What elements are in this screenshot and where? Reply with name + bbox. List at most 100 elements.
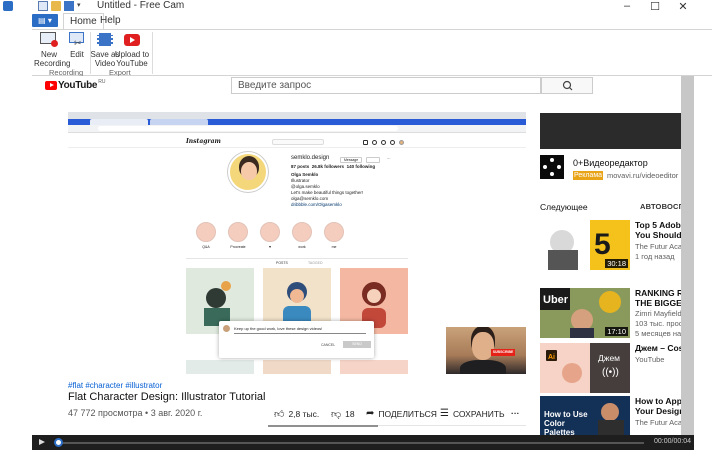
- view-count: 103 тыс. просм: [635, 319, 681, 328]
- like-button[interactable]: 👍︎ 2,8 тыс.: [274, 408, 319, 420]
- story-highlight: [228, 222, 248, 242]
- story-highlight: [260, 222, 280, 242]
- video-title[interactable]: Джем – Cosm: [635, 343, 681, 353]
- video-age: 5 месяцев наза: [635, 329, 681, 338]
- channel-name[interactable]: YouTube: [635, 355, 664, 365]
- highlight-label: ♥: [268, 245, 272, 249]
- save-icon[interactable]: [64, 1, 74, 11]
- channel-name[interactable]: The Futur Acad: [635, 418, 681, 428]
- more-actions-icon[interactable]: ···: [511, 408, 520, 418]
- seek-handle[interactable]: [54, 438, 63, 447]
- movavi-logo: [540, 155, 564, 179]
- video-duration: 17:10: [605, 327, 628, 336]
- messenger-icon: [372, 140, 377, 145]
- follow-dropdown: [366, 157, 380, 163]
- title-bar: ▾ Untitled - Free Cam – ☐ ✕: [0, 0, 728, 13]
- close-icon[interactable]: ✕: [673, 0, 693, 13]
- ribbon: New Recording ✂ Edit Recording Save as V…: [32, 29, 712, 77]
- highlight-label: Procreate: [230, 245, 246, 249]
- video-duration: 30:18: [605, 259, 628, 268]
- explore-icon: [381, 140, 386, 145]
- file-menu-button[interactable]: ▤ ▾: [32, 14, 58, 27]
- instagram-stats: 87 posts 26.8k followers 140 following: [291, 164, 376, 169]
- ribbon-tab-row: ▤ ▾ Home Help: [0, 13, 728, 29]
- ad-title[interactable]: 0+Видеоредактор: [573, 158, 648, 168]
- video-title-line2[interactable]: THE BIGGEST: [635, 298, 681, 308]
- search-input[interactable]: Введите запрос: [231, 77, 541, 94]
- playlist-add-icon: ☰: [440, 408, 449, 419]
- video-age: 1 год назад: [635, 252, 675, 261]
- avatar: [399, 140, 404, 145]
- channel-name[interactable]: Zimri Mayfield: [635, 309, 681, 319]
- video-thumbnail[interactable]: How to Use Color Palettes: [540, 396, 630, 435]
- tagged-tab: TAGGED: [308, 261, 323, 265]
- save-button[interactable]: ☰ СОХРАНИТЬ: [440, 408, 505, 419]
- video-player[interactable]: Instagram semklo.design 87 posts 26.8k f…: [68, 109, 526, 374]
- ad-badge: Реклама: [573, 171, 603, 180]
- share-button[interactable]: ➦ ПОДЕЛИТЬСЯ: [366, 408, 437, 419]
- seek-track[interactable]: [59, 442, 644, 444]
- video-title-line2[interactable]: You Should Kn: [635, 230, 681, 240]
- video-meta: 47 772 просмотра • 3 авг. 2020 г.: [68, 408, 203, 418]
- window-title: Untitled - Free Cam: [97, 0, 185, 11]
- highlight-label: me: [331, 245, 337, 249]
- posts-tab: POSTS: [276, 261, 288, 265]
- edit-button[interactable]: ✂ Edit: [62, 32, 92, 59]
- playback-bar: 00:00/00:04: [32, 435, 694, 450]
- channel-name[interactable]: The Futur Acad: [635, 242, 681, 252]
- autoplay-label[interactable]: АВТОВОСПРОИЗВЕДЕНИЕ: [640, 202, 681, 211]
- youtube-logo[interactable]: YouTube RU: [45, 79, 105, 91]
- tab-help[interactable]: Help: [94, 13, 127, 29]
- maximize-icon[interactable]: ☐: [645, 0, 665, 13]
- broadcast-icon: ((•)): [602, 367, 619, 378]
- svg-text:5: 5: [594, 228, 611, 261]
- dislike-button[interactable]: 👎︎ 18: [331, 408, 355, 420]
- youtube-icon: [123, 32, 141, 48]
- instagram-nav: Instagram: [68, 138, 526, 148]
- video-thumbnail[interactable]: Uber 17:10: [540, 288, 630, 338]
- film-icon: [96, 32, 114, 48]
- send-button: SEND: [343, 341, 371, 348]
- mix-thumbnail[interactable]: Ai Джем ((•)): [540, 343, 630, 393]
- like-count: 2,8 тыс.: [288, 409, 320, 419]
- video-title-line2[interactable]: Your Design –: [635, 406, 681, 416]
- new-recording-button[interactable]: New Recording: [34, 32, 70, 68]
- profile-divider: [186, 258, 408, 259]
- youtube-play-icon: [45, 81, 57, 90]
- share-icon: ➦: [366, 408, 375, 419]
- post-tile: [186, 360, 254, 374]
- message-button: Message: [340, 157, 363, 163]
- profile-avatar: [228, 152, 268, 192]
- folder-icon[interactable]: [51, 1, 61, 11]
- recorded-video-canvas[interactable]: YouTube RU Введите запрос Instagram semk…: [32, 76, 681, 435]
- thumbs-down-icon: 👎︎: [331, 409, 342, 420]
- instagram-logo: Instagram: [186, 138, 221, 145]
- story-highlight: [196, 222, 216, 242]
- upload-youtube-button[interactable]: Upload to YouTube: [114, 32, 150, 68]
- home-icon: [363, 140, 368, 145]
- thumbnail-text: How to Use Color Palettes: [544, 410, 588, 435]
- comment-underline: [234, 333, 366, 334]
- highlight-label: work: [298, 245, 306, 249]
- video-thumbnail[interactable]: 5 30:18: [540, 220, 630, 270]
- post-tile: [263, 360, 331, 374]
- video-title[interactable]: RANKING REE: [635, 288, 681, 298]
- up-next-label: Следующее: [540, 202, 588, 212]
- post-tile: [340, 360, 408, 374]
- video-title[interactable]: How to Apply: [635, 396, 681, 406]
- dropdown-icon[interactable]: ▾: [77, 1, 83, 11]
- monitor-icon[interactable]: [38, 1, 48, 11]
- ad-banner[interactable]: [540, 113, 681, 149]
- youtube-wordmark: YouTube: [58, 80, 98, 91]
- play-icon[interactable]: [39, 439, 45, 445]
- video-hashtags[interactable]: #flat #character #illustrator: [68, 381, 162, 390]
- instagram-link: dribbble.com/Olgasemklo: [291, 202, 342, 207]
- video-title: Flat Character Design: Illustrator Tutor…: [68, 391, 266, 403]
- browser-menubar: [68, 112, 526, 119]
- app-icon: [3, 1, 13, 11]
- avatar: [223, 325, 230, 332]
- upload-youtube-label: Upload to YouTube: [114, 50, 150, 68]
- search-button[interactable]: [541, 77, 593, 94]
- video-title[interactable]: Top 5 Adobe I: [635, 220, 681, 230]
- minimize-icon[interactable]: –: [617, 0, 637, 12]
